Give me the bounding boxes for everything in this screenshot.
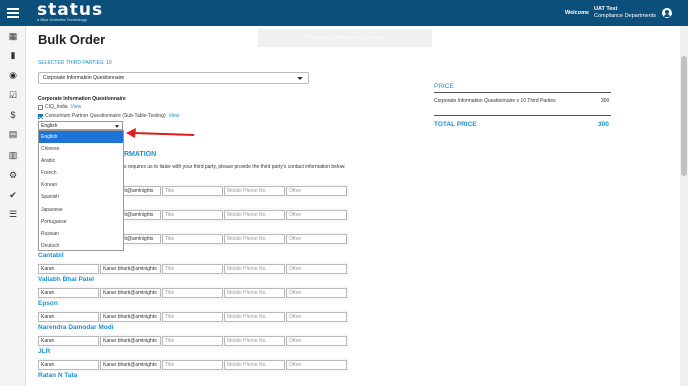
- welcome-label: Welcome: [565, 10, 590, 16]
- language-option[interactable]: Portuguese: [39, 216, 123, 228]
- first-name-input[interactable]: Karan: [38, 360, 99, 370]
- other-input[interactable]: Other: [286, 312, 347, 322]
- title-input[interactable]: Title: [162, 312, 223, 322]
- total-price-label: TOTAL PRICE: [434, 121, 477, 128]
- language-option[interactable]: Russian: [39, 228, 123, 240]
- user-check-icon[interactable]: ✔: [8, 190, 18, 200]
- contact-name-heading: Epson: [38, 300, 58, 307]
- email-input[interactable]: Karan.bharti@amlnights: [100, 312, 161, 322]
- price-item-label: Corporate Information Questionnaire x 10…: [434, 98, 556, 104]
- gear-icon[interactable]: ⚙: [8, 170, 18, 180]
- language-option[interactable]: French: [39, 167, 123, 179]
- title-input[interactable]: Title: [162, 336, 223, 346]
- contact-name-heading: Narendra Damodar Modi: [38, 324, 114, 331]
- sidebar: ▦ ▮ ◉ ☑ $ ▤ ▥ ⚙ ✔ ☰: [0, 26, 26, 386]
- eye-icon[interactable]: ◉: [8, 70, 18, 80]
- logo-tagline: a Blue Umbrella Technology: [37, 17, 87, 22]
- language-option[interactable]: Arabic: [39, 155, 123, 167]
- document-icon[interactable]: ▤: [8, 129, 18, 139]
- language-option[interactable]: Deutsch: [39, 240, 123, 252]
- page-title: Bulk Order: [38, 32, 106, 47]
- email-input[interactable]: Karan.bharti@amlnights: [100, 264, 161, 274]
- contact-name-heading: Vallabh Bhai Patel: [38, 276, 94, 283]
- selected-third-parties[interactable]: SELECTED THIRD PARTIES: 10: [38, 60, 112, 66]
- chart-icon[interactable]: ▥: [8, 150, 18, 160]
- other-input[interactable]: Other: [286, 288, 347, 298]
- logo[interactable]: status: [37, 2, 103, 19]
- language-option[interactable]: English: [39, 131, 123, 144]
- user-name: UAT Test: [594, 6, 618, 12]
- email-input[interactable]: Karan.bharti@amlnights: [100, 360, 161, 370]
- phone-input[interactable]: Mobile Phone No.: [224, 312, 285, 322]
- contact-name-heading: JLR: [38, 348, 51, 355]
- chevron-down-icon: [115, 125, 119, 128]
- building-icon[interactable]: ▮: [8, 50, 18, 60]
- other-input[interactable]: Other: [286, 186, 347, 196]
- menu-icon[interactable]: [7, 8, 19, 18]
- questionnaire-option-label: Consortium Partner Questionnaire (Sub-Ta…: [45, 113, 166, 119]
- red-arrow-icon: [126, 128, 195, 138]
- other-input[interactable]: Other: [286, 336, 347, 346]
- checkbox[interactable]: [38, 104, 43, 110]
- language-dropdown: English Chinese Arabic French Korean Spanish J…: [38, 130, 124, 251]
- questionnaire-select[interactable]: Corporate Information Questionnaire: [38, 72, 309, 84]
- questionnaire-option-consortium[interactable]: Consortium Partner Questionnaire (Sub-Ta…: [38, 113, 179, 119]
- questionnaire-option-label: CIQ_India: [45, 104, 68, 110]
- first-name-input[interactable]: Karan: [38, 264, 99, 274]
- total-price-value: 300: [598, 121, 609, 128]
- title-input[interactable]: Title: [162, 264, 223, 274]
- dashboard-icon[interactable]: ▦: [8, 31, 18, 41]
- list-icon[interactable]: ☰: [8, 209, 18, 219]
- divider: [434, 115, 611, 116]
- view-link[interactable]: View: [169, 113, 180, 119]
- loading-toast: Please wait while we load your data: [258, 29, 432, 47]
- checklist-icon[interactable]: ☑: [8, 90, 18, 100]
- scrollbar[interactable]: [680, 26, 688, 386]
- price-title: PRICE: [434, 83, 454, 90]
- other-input[interactable]: Other: [286, 360, 347, 370]
- language-option[interactable]: Spanish: [39, 191, 123, 203]
- top-bar: status a Blue Umbrella Technology Welcom…: [0, 0, 688, 26]
- title-input[interactable]: Title: [162, 234, 223, 244]
- phone-input[interactable]: Mobile Phone No.: [224, 264, 285, 274]
- contact-name-heading: Ratan N Tata: [38, 372, 78, 379]
- phone-input[interactable]: Mobile Phone No.: [224, 186, 285, 196]
- email-input[interactable]: Karan.bharti@amlnights: [100, 336, 161, 346]
- contact-info-text: s requires us to liaise with your third …: [124, 164, 346, 170]
- phone-input[interactable]: Mobile Phone No.: [224, 360, 285, 370]
- first-name-input[interactable]: Karan: [38, 336, 99, 346]
- language-select[interactable]: English: [38, 121, 123, 130]
- phone-input[interactable]: Mobile Phone No.: [224, 210, 285, 220]
- scrollbar-thumb[interactable]: [681, 56, 687, 176]
- title-input[interactable]: Title: [162, 360, 223, 370]
- dollar-icon[interactable]: $: [8, 110, 18, 120]
- other-input[interactable]: Other: [286, 210, 347, 220]
- checkbox-checked[interactable]: [38, 113, 43, 119]
- title-input[interactable]: Title: [162, 210, 223, 220]
- first-name-input[interactable]: Karan: [38, 312, 99, 322]
- questionnaire-select-value: Corporate Information Questionnaire: [43, 75, 125, 81]
- questionnaire-option-ciq-india[interactable]: CIQ_India View: [38, 104, 81, 110]
- phone-input[interactable]: Mobile Phone No.: [224, 288, 285, 298]
- other-input[interactable]: Other: [286, 264, 347, 274]
- language-option[interactable]: Chinese: [39, 143, 123, 155]
- title-input[interactable]: Title: [162, 288, 223, 298]
- language-option[interactable]: Korean: [39, 179, 123, 191]
- language-option[interactable]: Japanese: [39, 204, 123, 216]
- phone-input[interactable]: Mobile Phone No.: [224, 234, 285, 244]
- language-select-value: English: [41, 123, 58, 129]
- user-department: Compliance Departments: [594, 13, 657, 19]
- view-link[interactable]: View: [71, 104, 82, 110]
- divider: [434, 92, 611, 93]
- chevron-down-icon: [297, 77, 303, 80]
- user-account-icon[interactable]: [662, 8, 672, 18]
- email-input[interactable]: Karan.bharti@amlnights: [100, 288, 161, 298]
- other-input[interactable]: Other: [286, 234, 347, 244]
- price-item-value: 300: [601, 98, 610, 104]
- phone-input[interactable]: Mobile Phone No.: [224, 336, 285, 346]
- contact-info-heading: RMATION: [124, 151, 157, 158]
- questionnaire-heading: Corporate Information Questionnaire: [38, 96, 126, 102]
- title-input[interactable]: Title: [162, 186, 223, 196]
- first-name-input[interactable]: Karan: [38, 288, 99, 298]
